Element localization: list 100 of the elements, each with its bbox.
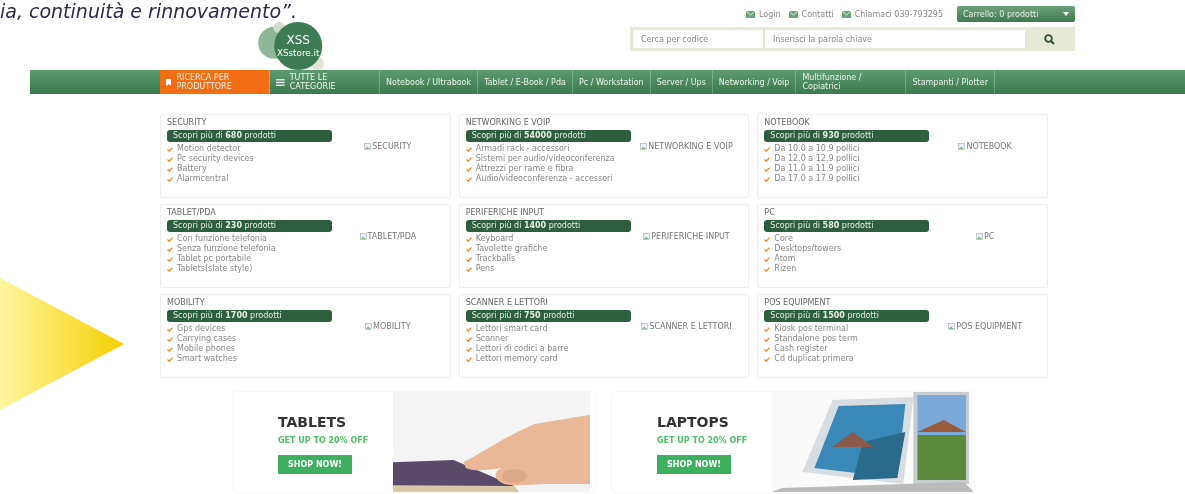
subcategory-link[interactable]: Sistemi per audio/videoconferenza [465,154,631,164]
products-link[interactable]: Scopri più di 580 prodotti [764,220,930,232]
subcategory-link[interactable]: Keyboard [465,234,631,244]
subcategory-link[interactable]: Pens [465,264,631,274]
broken-image-icon [364,142,372,150]
banner-offer: GET UP TO 20% OFF [278,436,369,445]
products-link[interactable]: Scopri più di 750 prodotti [465,310,631,322]
bookmark-icon [166,77,172,87]
subcategory-link[interactable]: Atom [764,254,930,264]
subcategory-link[interactable]: Lettori memory card [465,354,631,364]
subcategory-link[interactable]: Kiosk pos terminal [764,324,930,334]
subcategory-link[interactable]: Tavolette grafiche [465,244,631,254]
category-title: POS EQUIPMENT [764,298,832,308]
top-link[interactable]: Contatti [788,9,834,19]
envelope-icon [788,10,798,18]
banner-title: TABLETS [278,414,347,430]
slide-caption: ia, continuità e rinnovamento”. [0,0,297,22]
broken-image-icon [640,142,648,150]
category-title: PC [764,208,776,218]
category-title: SCANNER E LETTORI [465,298,549,308]
category-title: NOTEBOOK [764,118,811,128]
subcategory-link[interactable]: Senza funzione telefonia [167,244,332,254]
image-alt-text: TABLET/PDA [367,231,417,241]
category-title: MOBILITY [167,298,206,308]
subcategory-link[interactable]: Motion detector [167,144,332,154]
nav-item[interactable]: TUTTE LE CATEGORIE [270,70,380,94]
subcategory-link[interactable]: Da 17.0 a 17.9 pollici [764,174,930,184]
subcategory-link[interactable]: Da 12.0 a 12.9 pollici [764,154,930,164]
subcategory-link[interactable]: Con funzione telefonia [167,234,332,244]
subcategory-link[interactable]: Da 10.0 a 10.9 pollici [764,144,930,154]
subcategory-link[interactable]: Trackballs [465,254,631,264]
broken-image-icon [365,322,372,330]
banner-title: LAPTOPS [657,414,729,430]
broken-image-icon [359,232,367,240]
image-alt-text: NOTEBOOK [966,141,1012,151]
arrow-icon [0,278,124,410]
nav-item[interactable]: Tablet / E-Book / Pda [478,70,573,94]
category-title: TABLET/PDA [167,208,217,218]
image-alt-text: MOBILITY [373,321,411,331]
nav-item[interactable]: Stampanti / Plotter [906,70,995,94]
code-search-field[interactable]: Cerca per codice [633,30,763,48]
broken-image-icon [641,322,649,330]
subcategory-link[interactable]: Rizen [764,264,930,274]
products-link[interactable]: Scopri più di 1500 prodotti [764,310,930,322]
nav-item[interactable]: Server / Ups [650,70,713,94]
image-alt-text: POS EQUIPMENT [956,321,1023,331]
keyword-search-field[interactable]: Inserisci la parola chiave [765,30,1025,48]
products-link[interactable]: Scopri più di 230 prodotti [167,220,332,232]
broken-image-icon [643,232,651,240]
shop-now-button[interactable]: SHOP NOW! [278,455,352,474]
broken-image-icon [975,232,983,240]
image-alt-text: SECURITY [372,141,412,151]
nav-item[interactable]: Notebook / Ultrabook [380,70,479,94]
subcategory-link[interactable]: Lettori di codici a barre [465,344,631,354]
subcategory-link[interactable]: Attrezzi per rame e fibra [465,164,631,174]
subcategory-link[interactable]: Cd duplicat primera [764,354,930,364]
category-title: NETWORKING E VOIP [465,118,552,128]
subcategory-link[interactable]: Desktops/towers [764,244,930,254]
image-alt-text: PERIFERICHE INPUT [651,231,730,241]
top-link[interactable]: Chiamaci 039-793295 [841,9,943,19]
category-title: SECURITY [167,118,208,128]
subcategory-link[interactable]: Gps devices [167,324,332,334]
shop-now-button[interactable]: SHOP NOW! [657,455,731,474]
nav-item[interactable]: Pc / Workstation [572,70,651,94]
subcategory-link[interactable]: Pc security devices [167,154,332,164]
image-alt-text: PC [983,231,995,241]
broken-image-icon [948,322,956,330]
subcategory-link[interactable]: Da 11.0 a 11.9 pollici [764,164,930,174]
nav-item[interactable]: RICERCA PER PRODUTTORE [160,70,270,94]
envelope-icon [745,10,755,18]
nav-item[interactable]: Multifunzione / Copiatrici [796,70,907,94]
banner-offer: GET UP TO 20% OFF [657,436,748,445]
broken-image-icon [958,142,966,150]
cart-button[interactable]: Carrello: 0 prodotti [957,6,1075,22]
subcategory-link[interactable]: Carrying cases [167,334,332,344]
menu-icon [276,78,285,86]
subcategory-link[interactable]: Tablet pc portabile [167,254,332,264]
subcategory-link[interactable]: Mobile phones [167,344,332,354]
subcategory-link[interactable]: Lettori smart card [465,324,631,334]
image-alt-text: NETWORKING E VOIP [648,141,733,151]
subcategory-link[interactable]: Smart watches [167,354,332,364]
subcategory-link[interactable]: Standalone pos term [764,334,930,344]
category-title: PERIFERICHE INPUT [465,208,546,218]
subcategory-link[interactable]: Cash register [764,344,930,354]
products-link[interactable]: Scopri più di 54000 prodotti [465,130,631,142]
subcategory-link[interactable]: Scanner [465,334,631,344]
subcategory-link[interactable]: Tablets(slate style) [167,264,332,274]
subcategory-link[interactable]: Alarmcentral [167,174,332,184]
products-link[interactable]: Scopri più di 1700 prodotti [167,310,332,322]
subcategory-link[interactable]: Audio/videoconferenza - accessori [465,174,631,184]
top-link[interactable]: Login [745,9,781,19]
subcategory-link[interactable]: Battery [167,164,332,174]
search-icon [1044,33,1055,45]
products-link[interactable]: Scopri più di 930 prodotti [764,130,930,142]
nav-item[interactable]: Networking / Voip [712,70,797,94]
products-link[interactable]: Scopri più di 1400 prodotti [465,220,631,232]
subcategory-link[interactable]: Armadi rack - accessori [465,144,631,154]
subcategory-link[interactable]: Core [764,234,930,244]
image-alt-text: SCANNER E LETTORI [649,321,732,331]
products-link[interactable]: Scopri più di 680 prodotti [167,130,332,142]
